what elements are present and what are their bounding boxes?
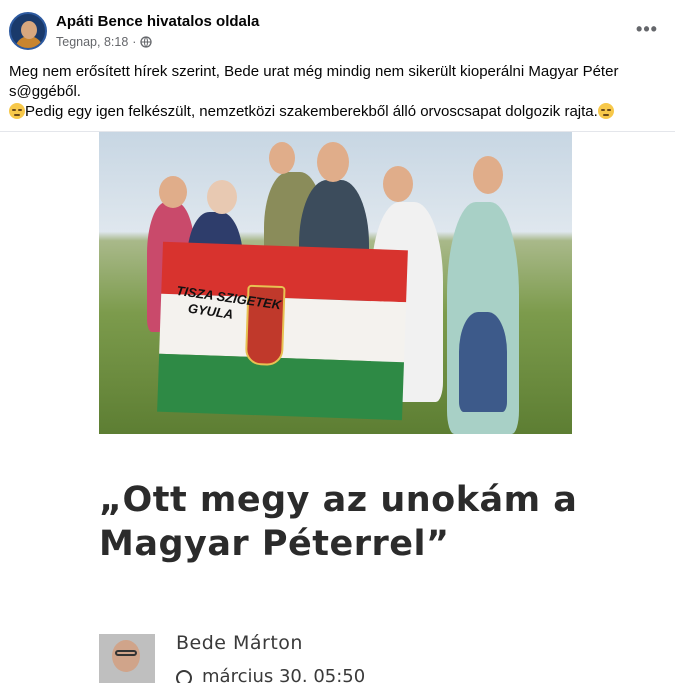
page-name-link[interactable]: Apáti Bence hivatalos oldala: [56, 13, 259, 30]
headline-line1: „Ott megy az unokám a: [99, 480, 578, 520]
more-options-icon[interactable]: •••: [630, 14, 664, 44]
downcast-face-emoji-icon: [9, 103, 25, 119]
globe-icon[interactable]: [140, 36, 153, 48]
post-text-line2-text: Pedig egy igen felkészült, nemzetközi sz…: [25, 103, 598, 120]
author-date: március 30. 05:50: [176, 666, 365, 683]
person-head: [269, 142, 295, 174]
author-date-text: március 30. 05:50: [202, 666, 366, 683]
post-timestamp[interactable]: Tegnap, 8:18: [56, 35, 128, 49]
post-text-line2: Pedig egy igen felkészült, nemzetközi sz…: [9, 102, 659, 122]
meta-separator: ·: [132, 35, 137, 49]
page-avatar[interactable]: [9, 12, 47, 50]
downcast-face-emoji-icon: [597, 103, 614, 119]
author-avatar[interactable]: [99, 634, 155, 683]
author-name[interactable]: Bede Márton: [176, 632, 303, 654]
headline-line2: Magyar Péterrel”: [99, 524, 450, 564]
person-head: [207, 180, 237, 214]
person-head: [473, 156, 503, 194]
person-head: [317, 142, 349, 182]
author-head: [112, 640, 140, 672]
post-text: Meg nem erősített hírek szerint, Bede ur…: [9, 62, 659, 122]
avatar-face: [21, 21, 37, 39]
post-header: Apáti Bence hivatalos oldala Tegnap, 8:1…: [0, 0, 675, 58]
person-head: [383, 166, 413, 202]
post-text-line1: Meg nem erősített hírek szerint, Bede ur…: [9, 63, 619, 100]
hungarian-flag: TISZA SZIGETEK GYULA: [157, 241, 408, 421]
flag-stripe-green: [157, 353, 404, 421]
article-headline[interactable]: „Ott megy az unokám a Magyar Péterrel”: [99, 478, 577, 566]
glasses-icon: [115, 650, 137, 656]
person-figure: [459, 312, 507, 412]
person-head: [159, 176, 187, 208]
post-meta: Tegnap, 8:18 ·: [56, 35, 153, 49]
clock-icon: [176, 670, 192, 683]
